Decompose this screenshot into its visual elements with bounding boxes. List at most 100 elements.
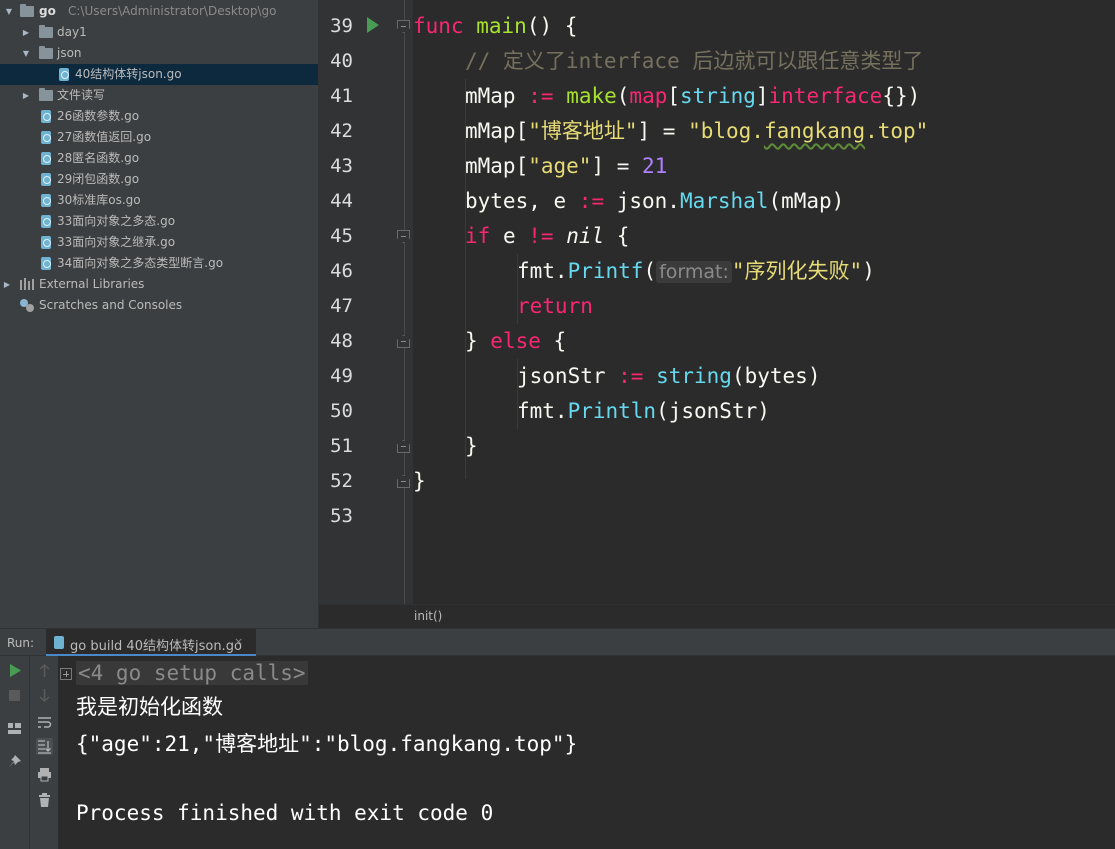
tree-file[interactable]: 34面向对象之多态类型断言.go: [0, 253, 318, 274]
operator: :=: [618, 364, 644, 388]
tree-item-label: 29闭包函数.go: [57, 172, 140, 186]
trash-icon[interactable]: [36, 792, 53, 809]
editor-gutter: 39 40 41 42 43 44 45 46 47 48 49 50 51 5…: [319, 0, 413, 604]
code-token: jsonStr: [517, 364, 619, 388]
tree-folder-day1[interactable]: ▶ day1: [0, 22, 318, 43]
code-editor[interactable]: 39 40 41 42 43 44 45 46 47 48 49 50 51 5…: [318, 0, 1115, 628]
operator: :=: [578, 189, 605, 213]
print-icon[interactable]: [36, 766, 53, 783]
breadcrumb-item[interactable]: init(): [414, 609, 442, 623]
down-arrow-icon[interactable]: [36, 687, 53, 704]
tree-file[interactable]: 28匿名函数.go: [0, 148, 318, 169]
go-file-icon: [41, 236, 51, 249]
code-token: {}): [882, 84, 921, 108]
console-line: Process finished with exit code 0: [76, 801, 494, 825]
go-file-icon: [59, 68, 69, 81]
go-file-icon: [41, 110, 51, 123]
string: "blog.: [688, 119, 764, 143]
fold-icon[interactable]: [397, 475, 410, 488]
tree-item-label: Scratches and Consoles: [39, 298, 183, 312]
chevron-right-icon[interactable]: ▶: [21, 85, 31, 106]
chevron-down-icon[interactable]: ▼: [4, 1, 14, 22]
code-token: (jsonStr): [656, 399, 770, 423]
scratches-icon: [20, 299, 34, 312]
stop-icon[interactable]: [6, 687, 23, 704]
run-config-tab[interactable]: go build 40结构体转json.go ×: [46, 629, 256, 656]
line-number: 51: [330, 435, 353, 457]
close-icon[interactable]: ×: [234, 635, 243, 648]
scroll-to-end-icon[interactable]: [36, 738, 53, 755]
parameter-hint: format:: [656, 261, 732, 283]
tree-file[interactable]: 33面向对象之继承.go: [0, 232, 318, 253]
tree-file[interactable]: 26函数参数.go: [0, 106, 318, 127]
tree-external-libraries[interactable]: ▶ External Libraries: [0, 274, 318, 295]
code-line-46: fmt.Printf(format: "序列化失败"): [517, 254, 875, 290]
console-output[interactable]: <4 go setup calls> 我是初始化函数 {"age":21,"博客…: [58, 656, 1115, 849]
code-token: }: [465, 329, 491, 353]
tree-file-selected[interactable]: 40结构体转json.go: [0, 64, 318, 85]
code-line-39: func main() {: [413, 9, 577, 44]
method: Printf: [567, 259, 644, 283]
chevron-down-icon[interactable]: ▼: [21, 43, 31, 64]
code-token: json.: [604, 189, 680, 213]
fold-icon[interactable]: [397, 440, 410, 453]
tree-item-label: 27函数值返回.go: [57, 130, 152, 144]
tree-folder-json[interactable]: ▼ json: [0, 43, 318, 64]
string-typo: fangkang: [763, 119, 866, 143]
line-number: 53: [330, 505, 353, 527]
line-number: 41: [330, 85, 353, 107]
tree-item-label: 28匿名函数.go: [57, 151, 140, 165]
soft-wrap-icon[interactable]: [36, 714, 53, 731]
keyword: else: [490, 329, 541, 353]
fold-icon[interactable]: [397, 20, 410, 33]
code-line-41: mMap := make(map[string]interface{}): [465, 84, 921, 108]
chevron-right-icon[interactable]: ▶: [2, 274, 12, 295]
operator: !=: [528, 224, 554, 248]
tree-item-label: 26函数参数.go: [57, 109, 140, 123]
code-line-44: bytes, e := json.Marshal(mMap): [465, 184, 844, 219]
function-name: main: [476, 14, 527, 38]
string: .top": [865, 119, 929, 143]
line-number: 49: [330, 365, 353, 387]
tree-file[interactable]: 27函数值返回.go: [0, 127, 318, 148]
console-setup-calls[interactable]: <4 go setup calls>: [76, 658, 308, 688]
chevron-right-icon[interactable]: ▶: [21, 22, 31, 43]
layout-icon[interactable]: [6, 720, 23, 737]
keyword: func: [413, 14, 464, 38]
tree-file[interactable]: 33面向对象之多态.go: [0, 211, 318, 232]
go-file-icon: [41, 131, 51, 144]
run-gutter-icon[interactable]: [367, 17, 379, 33]
code-token: bytes, e: [465, 189, 579, 213]
line-number: 42: [330, 120, 353, 142]
rerun-icon[interactable]: [6, 662, 23, 679]
go-file-icon: [41, 215, 51, 228]
code-token: mMap[: [465, 119, 529, 143]
code-token: fmt.: [517, 399, 568, 423]
tree-folder-file-io[interactable]: ▶ 文件读写: [0, 85, 318, 106]
folder-icon: [39, 46, 53, 59]
setup-calls-label[interactable]: <4 go setup calls>: [76, 661, 308, 685]
type: string: [643, 364, 732, 388]
tree-item-label: 33面向对象之多态.go: [57, 214, 176, 228]
line-number: 46: [330, 260, 353, 282]
up-arrow-icon[interactable]: [36, 662, 53, 679]
tree-scratches[interactable]: Scratches and Consoles: [0, 295, 318, 316]
run-label: Run:: [7, 636, 35, 650]
tree-file[interactable]: 30标准库os.go: [0, 190, 318, 211]
expand-icon[interactable]: [60, 668, 72, 680]
go-file-icon: [41, 194, 51, 207]
pin-icon[interactable]: [6, 753, 23, 770]
code-line-51: }: [465, 429, 478, 464]
gutter-divider: [404, 0, 405, 604]
tree-file[interactable]: 29闭包函数.go: [0, 169, 318, 190]
fold-icon[interactable]: [397, 335, 410, 348]
code-token: mMap[: [465, 154, 529, 178]
code-line-45: if e != nil {: [465, 219, 629, 254]
code-token: ] =: [591, 154, 643, 178]
tree-root-go[interactable]: ▼ go C:\Users\Administrator\Desktop\go: [0, 1, 318, 22]
fold-icon[interactable]: [397, 230, 410, 243]
keyword: return: [517, 294, 593, 318]
string: "博客地址": [528, 119, 638, 143]
breadcrumb[interactable]: init(): [319, 604, 1115, 628]
go-file-icon: [41, 257, 51, 270]
